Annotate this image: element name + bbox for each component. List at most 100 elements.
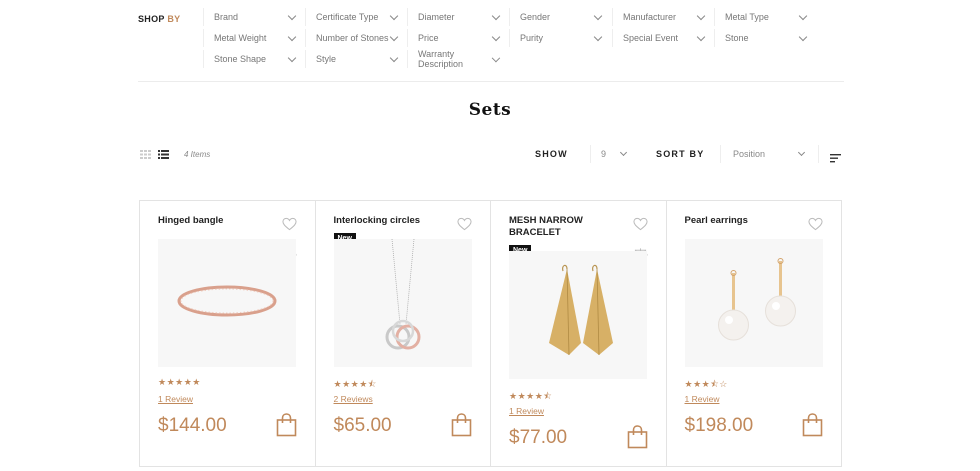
filter-label: Special Event (623, 33, 679, 43)
sort-by-value: Position (733, 149, 766, 159)
filter-label: Diameter (418, 12, 455, 22)
sort-direction-button[interactable] (818, 145, 844, 163)
product-grid: Hinged bangle ★★★★★ 1 Review $144.00 Int… (139, 200, 842, 467)
chevron-down-icon (491, 11, 501, 20)
filter-stone[interactable]: Stone (714, 29, 816, 47)
chevron-down-icon (696, 11, 706, 20)
shopping-bag-icon[interactable] (802, 413, 823, 437)
show-label: SHOW (535, 149, 568, 159)
reviews-link[interactable]: 1 Review (509, 406, 544, 416)
shopping-bag-icon[interactable] (627, 425, 648, 449)
product-image[interactable] (333, 239, 472, 367)
product-price: $144.00 (158, 415, 227, 436)
pearl-earrings-image (717, 258, 796, 341)
heart-icon[interactable] (808, 217, 823, 231)
bangle-image (177, 285, 277, 317)
product-image[interactable] (509, 251, 647, 379)
product-card[interactable]: Interlocking circles New ★★★★⯪ 2 Reviews… (316, 201, 491, 466)
product-card[interactable]: MESH NARROW BRACELET New ★★★★⯪ 1 Review … (491, 201, 667, 466)
page-size-select[interactable]: 9 (590, 145, 632, 163)
sort-by-label: SORT BY (656, 149, 705, 159)
filter-stone-shape[interactable]: Stone Shape (203, 50, 305, 68)
rating-stars: ★★★⯪☆ (684, 379, 728, 389)
chevron-down-icon (798, 11, 808, 20)
filter-label: Brand (214, 12, 239, 22)
filter-label: Stone (725, 33, 749, 43)
filter-special-event[interactable]: Special Event (612, 29, 714, 47)
filter-label: Price (418, 33, 439, 43)
product-name[interactable]: MESH NARROW BRACELET (509, 215, 629, 239)
filter-label: Warranty Description (418, 49, 464, 69)
chevron-down-icon (798, 32, 808, 41)
chevron-down-icon (389, 11, 399, 20)
filter-style[interactable]: Style (305, 50, 407, 68)
filter-label: Style (316, 54, 337, 64)
chevron-down-icon (593, 11, 603, 20)
necklace-image (385, 239, 420, 350)
filter-certificate-type[interactable]: Certificate Type (305, 8, 407, 26)
chevron-down-icon (593, 32, 603, 41)
product-price: $65.00 (333, 415, 392, 436)
product-image[interactable] (684, 239, 823, 367)
filter-metal-weight[interactable]: Metal Weight (203, 29, 305, 47)
shopping-bag-icon[interactable] (276, 413, 297, 437)
filter-price[interactable]: Price (407, 29, 509, 47)
filter-purity[interactable]: Purity (509, 29, 611, 47)
heart-icon[interactable] (281, 217, 297, 231)
filter-label: Manufacturer (623, 12, 677, 22)
filters-divider (138, 81, 844, 82)
shop-by-heading: SHOP BY (138, 14, 180, 24)
filter-label: Purity (520, 33, 544, 43)
product-card[interactable]: Pearl earrings ★★★⯪☆ 1 Review $198.00 (667, 201, 842, 466)
product-price: $77.00 (509, 427, 568, 448)
chevron-down-icon (797, 148, 806, 157)
filter-gender[interactable]: Gender (509, 8, 611, 26)
filter-label: Metal Type (725, 12, 769, 22)
reviews-link[interactable]: 1 Review (685, 394, 720, 404)
chevron-down-icon (389, 53, 399, 62)
heart-icon[interactable] (457, 217, 472, 231)
filter-number-of-stones[interactable]: Number of Stones (305, 29, 407, 47)
shop-by-label: SHOP (138, 14, 165, 24)
filter-label: Metal Weight (214, 33, 267, 43)
reviews-link[interactable]: 2 Reviews (334, 394, 373, 404)
filter-label: Certificate Type (316, 12, 379, 22)
product-image[interactable] (158, 239, 296, 367)
heart-icon[interactable] (632, 217, 648, 231)
item-count: 4 Items (184, 150, 211, 159)
page-title: Sets (468, 100, 512, 120)
rating-stars: ★★★★⯪ (509, 391, 553, 401)
filter-brand[interactable]: Brand (203, 8, 305, 26)
page-size-value: 9 (601, 149, 607, 159)
earrings-image (549, 264, 613, 356)
chevron-down-icon (389, 32, 399, 41)
shopping-bag-icon[interactable] (451, 413, 472, 437)
reviews-link[interactable]: 1 Review (158, 394, 193, 404)
chevron-down-icon (491, 32, 501, 41)
product-name[interactable]: Hinged bangle (158, 215, 278, 227)
chevron-down-icon (492, 53, 501, 62)
shop-by-label-accent: BY (167, 14, 181, 24)
chevron-down-icon (287, 32, 297, 41)
sort-by-select[interactable]: Position (720, 145, 810, 163)
product-price: $198.00 (684, 415, 754, 436)
sort-direction-icon (830, 154, 841, 163)
grid-view-icon[interactable] (140, 150, 151, 159)
product-name[interactable]: Pearl earrings (685, 215, 805, 227)
filter-label: Number of Stones (316, 33, 389, 43)
filter-label: Stone Shape (214, 54, 267, 64)
list-view-icon[interactable] (158, 150, 169, 159)
chevron-down-icon (696, 32, 706, 41)
filter-label: Gender (520, 12, 551, 22)
chevron-down-icon (287, 53, 297, 62)
filter-diameter[interactable]: Diameter (407, 8, 509, 26)
product-card[interactable]: Hinged bangle ★★★★★ 1 Review $144.00 (140, 201, 316, 466)
filter-manufacturer[interactable]: Manufacturer (612, 8, 714, 26)
filter-warranty-description[interactable]: Warranty Description (407, 49, 509, 69)
product-name[interactable]: Interlocking circles (334, 215, 454, 227)
rating-stars: ★★★★⯪ (333, 379, 377, 389)
chevron-down-icon (287, 11, 297, 20)
rating-stars: ★★★★★ (158, 377, 201, 387)
chevron-down-icon (619, 148, 628, 157)
filter-metal-type[interactable]: Metal Type (714, 8, 816, 26)
